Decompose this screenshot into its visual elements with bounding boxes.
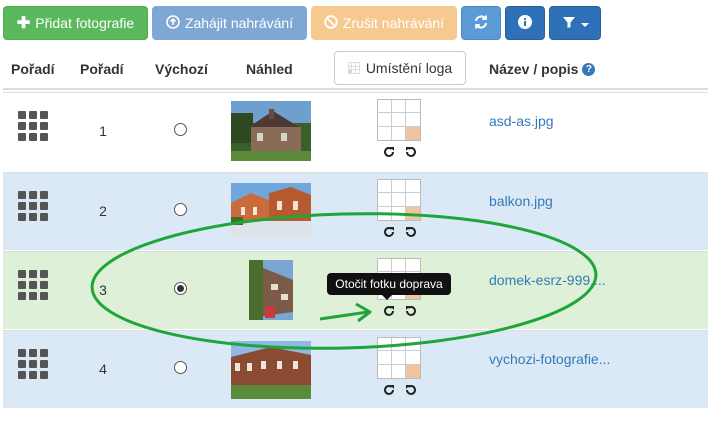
info-button[interactable] xyxy=(505,6,545,40)
rotate-left-icon[interactable] xyxy=(404,145,418,159)
question-icon[interactable]: ? xyxy=(582,62,596,76)
header-name-label: Název / popis xyxy=(489,61,579,77)
logo-position-label: Umístění loga xyxy=(365,60,453,76)
rotate-left-icon[interactable] xyxy=(404,383,418,397)
table-row: 1 asd-as.jpg xyxy=(3,92,708,170)
filter-icon xyxy=(562,15,576,32)
header-order-2[interactable]: Pořadí xyxy=(80,50,124,88)
file-name-link[interactable]: domek-esrz-999.... xyxy=(489,272,606,288)
photo-thumbnail[interactable] xyxy=(231,101,311,161)
photo-thumbnail[interactable] xyxy=(231,183,311,238)
rotate-left-icon[interactable] xyxy=(404,304,418,318)
filter-dropdown-button[interactable] xyxy=(549,6,601,40)
caret-down-icon xyxy=(580,15,589,31)
photo-thumbnail[interactable] xyxy=(249,260,293,320)
logo-position-grid[interactable] xyxy=(377,179,421,221)
header-order-1[interactable]: Pořadí xyxy=(11,50,55,88)
header-preview: Náhled xyxy=(246,61,293,77)
header-name[interactable]: Název / popis ? xyxy=(489,50,596,88)
file-name-link[interactable]: vychozi-fotografie... xyxy=(489,351,610,367)
grid-handle-icon[interactable] xyxy=(18,349,48,379)
grid-handle-icon[interactable] xyxy=(18,270,48,300)
refresh-icon xyxy=(473,14,489,33)
refresh-button[interactable] xyxy=(461,6,501,40)
default-radio[interactable] xyxy=(174,203,187,216)
rotate-controls xyxy=(382,225,418,239)
rotate-controls xyxy=(382,304,418,318)
default-radio[interactable] xyxy=(174,282,187,295)
upload-icon xyxy=(166,14,180,32)
row-order: 4 xyxy=(99,361,107,377)
row-order: 2 xyxy=(99,203,107,219)
logo-position-grid[interactable] xyxy=(377,99,421,141)
add-photo-label: Přidat fotografie xyxy=(35,15,135,31)
grid-handle-icon[interactable] xyxy=(18,191,48,221)
file-name-link[interactable]: balkon.jpg xyxy=(489,193,553,209)
photo-thumbnail[interactable] xyxy=(231,341,311,399)
rotate-controls xyxy=(382,383,418,397)
rotate-right-icon[interactable] xyxy=(382,304,396,318)
ban-icon xyxy=(324,14,338,32)
cancel-upload-button[interactable]: Zrušit nahrávání xyxy=(311,6,457,40)
file-name-link[interactable]: asd-as.jpg xyxy=(489,113,554,129)
rotate-right-icon[interactable] xyxy=(382,145,396,159)
rotate-right-icon[interactable] xyxy=(382,383,396,397)
info-icon xyxy=(518,14,532,32)
row-order: 1 xyxy=(99,123,107,139)
plus-icon: ✚ xyxy=(16,15,31,32)
header-default[interactable]: Výchozí xyxy=(155,50,208,88)
toolbar: ✚ Přidat fotografie Zahájit nahrávání Zr… xyxy=(3,6,708,40)
start-upload-button[interactable]: Zahájit nahrávání xyxy=(152,6,307,40)
logo-position-grid[interactable] xyxy=(377,337,421,379)
logo-position-button[interactable]: Umístění loga xyxy=(334,51,466,85)
start-upload-label: Zahájit nahrávání xyxy=(184,15,294,31)
rotate-tooltip: Otočit fotku doprava xyxy=(327,273,451,300)
rotate-right-icon[interactable] xyxy=(382,225,396,239)
rotate-left-icon[interactable] xyxy=(404,225,418,239)
grid-handle-icon[interactable] xyxy=(18,111,48,141)
row-order: 3 xyxy=(99,282,107,298)
table-row: 2 balkon.jpg xyxy=(3,172,708,250)
table-row: 4 vychozi-fotografie... xyxy=(3,330,708,408)
default-radio[interactable] xyxy=(174,123,187,136)
table-header: Pořadí Pořadí Výchozí Náhled Umístění lo… xyxy=(3,50,708,90)
default-radio[interactable] xyxy=(174,361,187,374)
logo-grid-icon xyxy=(347,62,360,74)
cancel-upload-label: Zrušit nahrávání xyxy=(342,15,445,31)
add-photo-button[interactable]: ✚ Přidat fotografie xyxy=(3,6,148,40)
rotate-controls xyxy=(382,145,418,159)
